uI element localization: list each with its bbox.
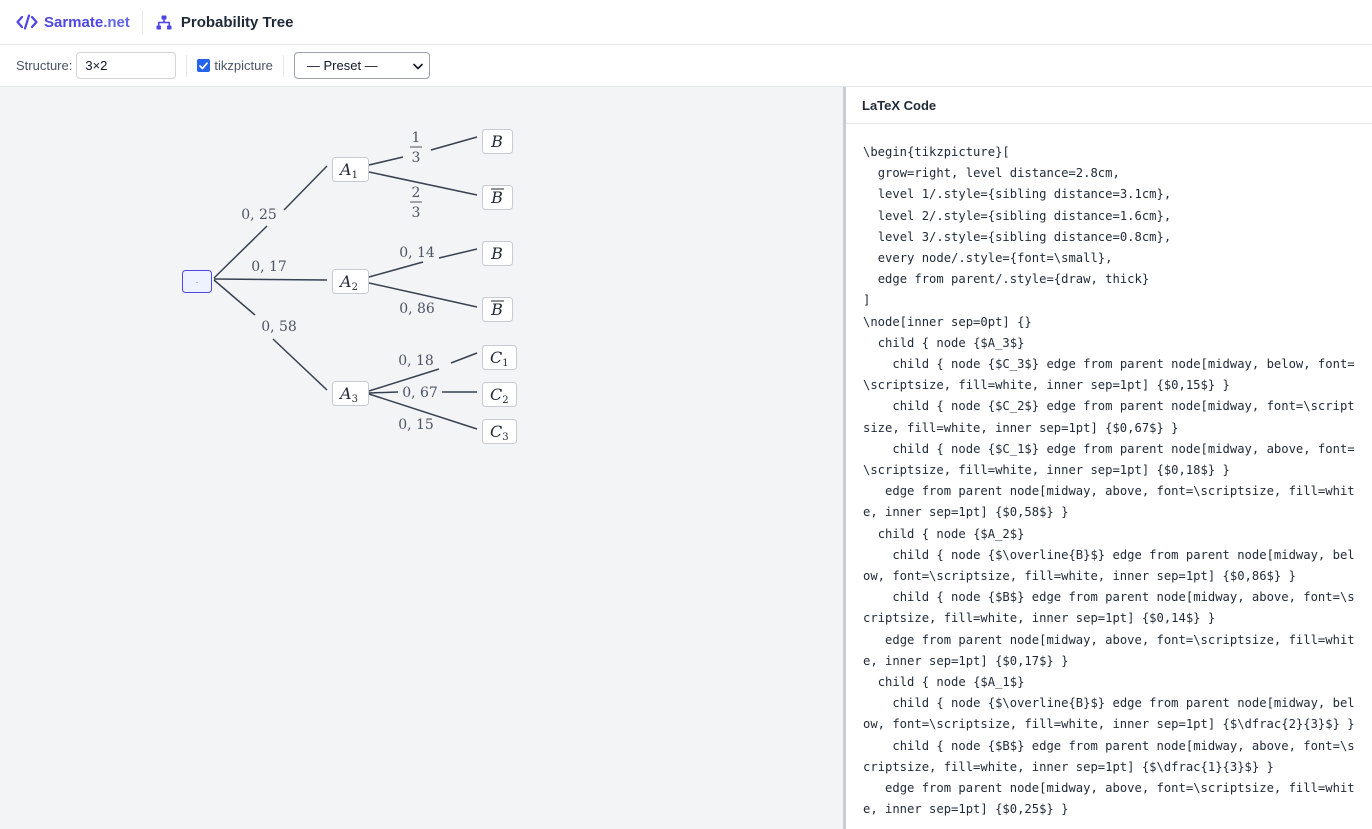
preset-select-value: — Preset — xyxy=(306,58,378,73)
node-a1[interactable]: A1 xyxy=(332,157,369,182)
node-a2-b[interactable]: B xyxy=(482,241,513,266)
tikzpicture-label: tikzpicture xyxy=(214,58,273,73)
node-a1-bbar-label: B xyxy=(490,188,503,207)
node-a3-c2[interactable]: C2 xyxy=(482,382,517,407)
level1-edges xyxy=(213,165,328,391)
prob-a3-c3-label: 0, 15 xyxy=(398,417,434,433)
edge-a3-c1 xyxy=(450,352,478,364)
chevron-down-icon xyxy=(413,58,423,73)
prob-a2-bbar-label: 0, 86 xyxy=(399,301,435,317)
prob-a3-label: 0, 58 xyxy=(261,319,297,335)
root-node-label: · xyxy=(195,277,198,288)
edge-a3-c2 xyxy=(368,391,399,394)
node-a3[interactable]: A3 xyxy=(332,381,369,406)
toolbar: Structure: tikzpicture — Preset — xyxy=(0,45,1372,87)
node-a2-bbar[interactable]: B xyxy=(482,297,513,322)
prob-a2-label: 0, 17 xyxy=(251,259,287,275)
structure-input[interactable] xyxy=(76,52,177,79)
node-a3-c3[interactable]: C3 xyxy=(482,419,517,444)
code-panel-title: LaTeX Code xyxy=(846,87,1372,124)
edge-a1-b xyxy=(368,156,404,166)
node-a2[interactable]: A2 xyxy=(332,269,369,294)
node-a2-bbar-label: B xyxy=(490,300,503,319)
edge-a2-b xyxy=(368,261,424,278)
toolbar-divider xyxy=(282,54,284,77)
prob-a1-bbar-fraction: 2 3 xyxy=(410,185,422,221)
fraction-denominator: 3 xyxy=(412,205,421,221)
brand-name: Sarmate.net xyxy=(44,13,130,31)
toolbar-divider xyxy=(186,54,188,77)
tree-canvas[interactable]: 0, 25 0, 17 0, 58 1 3 2 3 0, 14 0, 86 0,… xyxy=(0,87,843,829)
edge-root-a3 xyxy=(213,279,256,316)
code-panel: LaTeX Code \begin{tikzpicture}[ grow=rig… xyxy=(846,87,1372,829)
node-a1-bbar[interactable]: B xyxy=(482,185,513,210)
fraction-numerator: 2 xyxy=(412,185,421,201)
code-icon xyxy=(16,13,38,31)
fraction-numerator: 1 xyxy=(412,130,421,146)
prob-a3-c2-label: 0, 67 xyxy=(402,385,438,401)
sitemap-icon xyxy=(155,13,173,31)
preset-select[interactable]: — Preset — xyxy=(293,52,430,79)
header-divider xyxy=(141,10,143,34)
brand-link[interactable]: Sarmate.net xyxy=(16,13,130,31)
node-a1-b[interactable]: B xyxy=(482,129,513,154)
edge-a1-b xyxy=(430,136,478,151)
structure-label: Structure: xyxy=(16,58,73,73)
edge-a2-b xyxy=(438,248,478,259)
edge-root-a3 xyxy=(272,338,328,391)
edge-a1-bbar xyxy=(368,171,478,196)
edge-root-a2 xyxy=(213,278,328,281)
top-bar: Sarmate.net Probability Tree xyxy=(0,0,1372,45)
page-title: Probability Tree xyxy=(180,13,294,31)
prob-a3-c1-label: 0, 18 xyxy=(398,353,434,369)
latex-code-output[interactable]: \begin{tikzpicture}[ grow=right, level d… xyxy=(846,124,1372,821)
prob-a1-label: 0, 25 xyxy=(241,207,277,223)
prob-a2-b-label: 0, 14 xyxy=(399,245,435,261)
node-a1-b-label: B xyxy=(490,132,503,151)
app-title-group: Probability Tree xyxy=(155,13,294,31)
node-a2-b-label: B xyxy=(490,244,503,263)
node-a3-c1[interactable]: C1 xyxy=(482,345,517,370)
prob-a1-b-fraction: 1 3 xyxy=(410,130,422,166)
root-node[interactable]: · xyxy=(182,270,212,293)
fraction-denominator: 3 xyxy=(412,150,421,166)
checkbox-checked-icon[interactable] xyxy=(197,59,211,72)
edge-root-a1 xyxy=(283,165,328,211)
probability-tree: 0, 25 0, 17 0, 58 1 3 2 3 0, 14 0, 86 0,… xyxy=(182,129,517,444)
tikzpicture-toggle[interactable]: tikzpicture xyxy=(197,58,273,73)
